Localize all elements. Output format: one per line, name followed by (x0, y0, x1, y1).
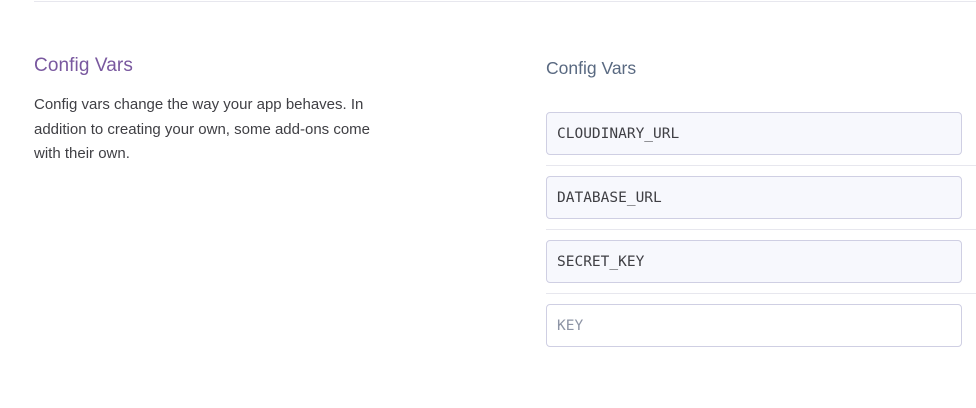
config-var-row (546, 176, 976, 240)
section-divider (34, 1, 976, 2)
settings-page: Config Vars Config vars change the way y… (0, 0, 976, 408)
section-description: Config vars change the way your app beha… (34, 96, 371, 162)
config-var-key-input[interactable] (546, 176, 962, 219)
config-var-row (546, 112, 976, 176)
config-var-row (546, 240, 976, 304)
config-var-key-input[interactable] (546, 112, 962, 155)
new-config-var-row (546, 304, 976, 368)
section-title: Config Vars (34, 55, 133, 76)
config-vars-list (546, 112, 976, 368)
new-config-var-key-input[interactable] (546, 304, 962, 347)
config-var-key-input[interactable] (546, 240, 962, 283)
config-vars-heading: Config Vars (546, 58, 637, 78)
